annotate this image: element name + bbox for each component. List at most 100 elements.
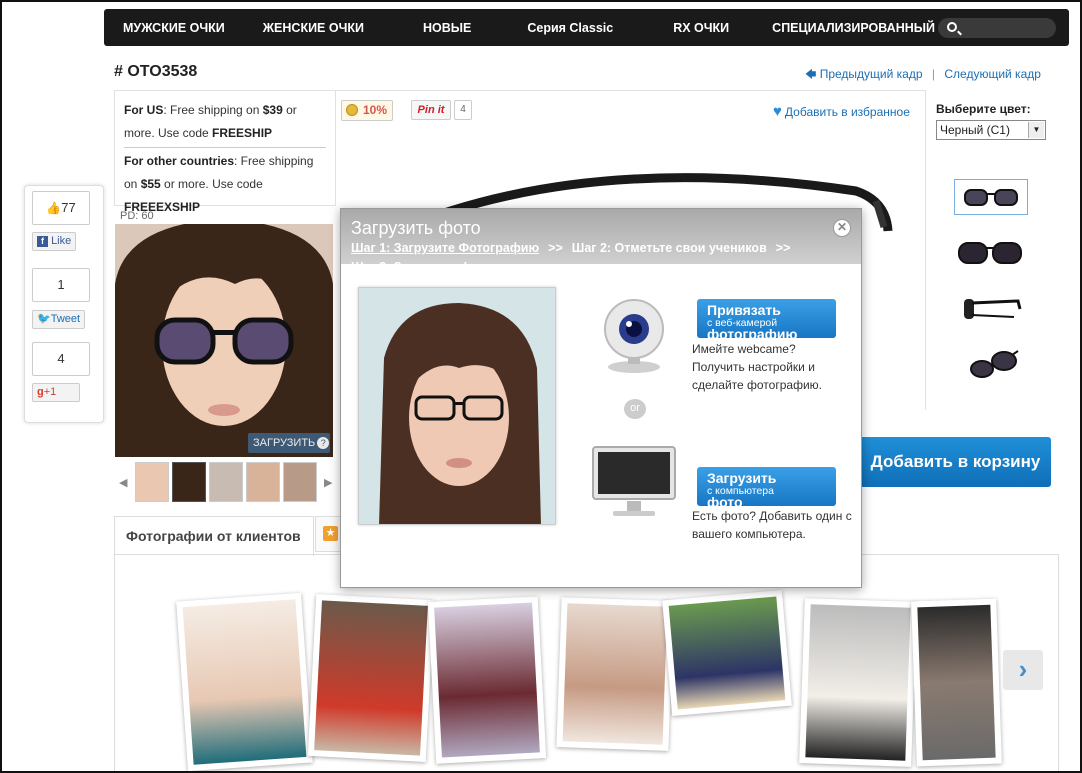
tryon-photo [115,224,333,457]
like-label: Like [51,235,72,247]
tweet-label: Tweet [50,313,81,325]
tab-reviews[interactable]: ★ [315,516,343,552]
like-counter: 👍77 [32,191,90,225]
webcam-photo-button[interactable]: Привязать с веб-камерой фотографию [697,299,836,338]
pin-count: 4 [454,100,472,120]
nav-womens-glasses[interactable]: ЖЕНСКИЕ ОЧКИ [244,21,383,35]
plusone-label: +1 [43,386,57,398]
face-thumb[interactable] [246,462,280,502]
search-input[interactable] [938,18,1056,38]
upload-description: Есть фото? Добавить один с вашего компью… [692,509,852,541]
or-divider: or [624,399,646,419]
divider [124,147,326,148]
gallery-next-button[interactable]: › [1003,650,1043,690]
tweet-counter: 1 [32,268,90,302]
customer-photo[interactable] [911,598,1002,767]
pinit-button[interactable]: Pin it [411,100,451,120]
coupon-badge[interactable]: 10% [341,100,393,121]
coin-icon [346,104,358,116]
nav-new[interactable]: НОВЫЕ [383,21,508,35]
social-sidebar: 👍77 f Like 1 🐦Tweet 4 g+1 [24,185,104,423]
modal-header: Загрузить фото Шаг 1: Загрузите Фотограф… [341,209,861,274]
face-thumbnails: ◀ ▶ [115,460,335,504]
face-thumb[interactable] [172,462,206,502]
close-icon[interactable]: ✕ [833,219,851,237]
nav-rx-glasses[interactable]: RX ОЧКИ [650,21,753,35]
chevron-down-icon: ▼ [1028,122,1044,138]
customer-photo[interactable] [176,592,313,771]
twitter-icon: 🐦 [37,313,51,325]
customer-photo[interactable] [799,598,917,767]
star-icon: ★ [323,526,338,541]
customer-photo[interactable] [662,589,792,717]
glasses-thumb-icon [964,189,1018,206]
modal-steps: Шаг 1: Загрузите Фотографию >> Шаг 2: Отме… [351,239,841,277]
next-frame-link[interactable]: Следующий кадр [944,67,1041,81]
webcam-icon [604,299,664,373]
like-count: 77 [61,200,76,215]
plusone-counter: 4 [32,342,90,376]
computer-monitor-icon [592,446,676,516]
thumb-next-icon[interactable]: ▶ [324,476,332,489]
step-arrow: >> [775,241,791,255]
coupon-value: 10% [362,103,387,117]
pd-value: PD: 60 [120,210,154,222]
thumb-prev-icon[interactable]: ◀ [119,476,127,489]
browser-viewport: МУЖСКИЕ ОЧКИ ЖЕНСКИЕ ОЧКИ НОВЫЕ Серия Cl… [0,0,1082,773]
favorite-label: Добавить в избранное [784,105,910,119]
color-swatch-c3[interactable] [954,291,1028,327]
tweet-button[interactable]: 🐦Tweet [32,310,86,329]
face-thumb[interactable] [209,462,243,502]
color-select[interactable]: Черный (C1) ▼ [936,120,1046,140]
shipping-us-text: : Free shipping on [163,103,263,117]
sample-face-image [359,288,555,524]
color-swatch-c2[interactable] [954,235,1028,271]
step-1-link[interactable]: Шаг 1: Загрузите Фотографию [351,241,539,255]
shipping-other-label: For other countries [124,154,235,168]
prev-frame-link[interactable]: Предыдущий кадр [820,67,923,81]
color-swatch-c4[interactable] [954,347,1028,383]
upload-btn-line1: Загрузить [707,470,777,486]
glasses-side-icon [964,299,1022,319]
facebook-like-button[interactable]: f Like [32,232,77,251]
shipping-us-code: FREESHIP [212,126,273,140]
step-arrow: >> [548,241,563,255]
sample-photo [358,287,556,525]
add-to-cart-button[interactable]: Добавить в корзину [860,437,1051,487]
nav-specialized[interactable]: СПЕЦИАЛИЗИРОВАННЫЙ [753,21,954,35]
heart-icon: ♥ [773,103,782,120]
webcam-description: Имейте webcame? Получить настройки и сде… [692,342,822,392]
color-swatch-c1[interactable] [954,179,1028,215]
webcam-btn-line1: Привязать [707,302,781,318]
product-id: # OTO3538 [114,63,198,80]
model-face-image [115,224,333,457]
face-thumb[interactable] [135,462,169,502]
face-thumb[interactable] [283,462,317,502]
upload-from-computer-button[interactable]: Загрузить с компьютера фото [697,467,836,506]
shipping-us: For US: Free shipping on $39 or more. Us… [124,99,326,145]
glasses-thumb-icon [958,242,1022,264]
customer-photo[interactable] [307,594,435,762]
tab-customer-photos[interactable]: Фотографии от клиентов [114,516,314,556]
pager-separator: | [931,67,936,81]
upload-btn-line3: фото [707,494,743,506]
upload-photo-button[interactable]: ЗАГРУЗИТЬ? [248,433,330,453]
nav-classic-series[interactable]: Серия Classic [508,21,650,35]
shipping-us-amount: $39 [262,103,283,117]
main-nav: МУЖСКИЕ ОЧКИ ЖЕНСКИЕ ОЧКИ НОВЫЕ Серия Cl… [104,9,1069,46]
upload-photo-modal: Загрузить фото Шаг 1: Загрузите Фотограф… [340,208,862,588]
add-favorite-link[interactable]: ♥ Добавить в избранное [773,103,910,120]
search-icon [947,22,957,32]
nav-mens-glasses[interactable]: МУЖСКИЕ ОЧКИ [104,21,244,35]
shipping-other-more: or more. Use code [160,177,263,191]
color-selected: Черный (C1) [940,123,1010,137]
facebook-icon: f [37,236,48,247]
arrow-left-icon: 🡄 [805,69,817,81]
color-label: Выберите цвет: [936,102,1031,116]
google-plus-icon: g [37,386,44,398]
customer-photo[interactable] [556,597,674,751]
google-plus-button[interactable]: g+1 [32,383,80,402]
step-2-label: Шаг 2: Отметьте свои учеников [571,241,767,255]
customer-photo[interactable] [427,596,547,764]
frame-pager: 🡄 Предыдущий кадр | Следующий кадр [805,66,1041,85]
